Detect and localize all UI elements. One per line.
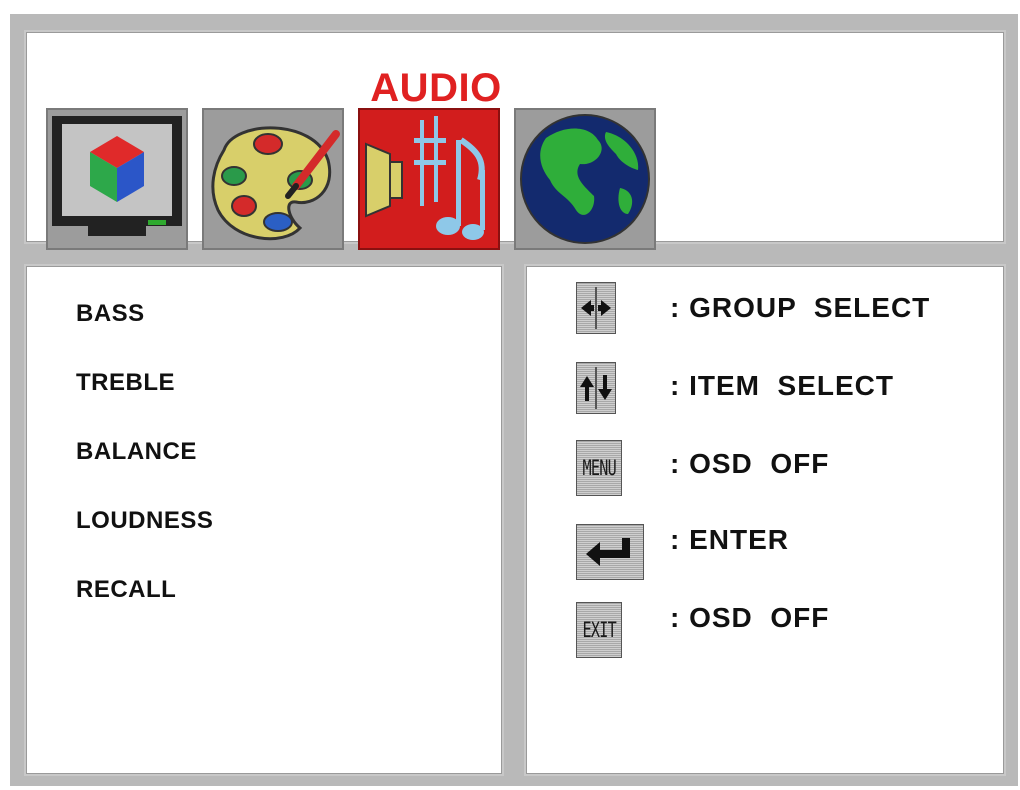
help-label-osd-off-exit: : OSD OFF [670, 602, 830, 633]
help-label-enter: : ENTER [670, 524, 789, 555]
menu-item-loudness[interactable]: LOUDNESS [76, 507, 213, 535]
menu-item-bass[interactable]: BASS [76, 300, 145, 328]
group-tile-color[interactable] [202, 108, 344, 250]
group-bar: AUDIO [24, 30, 1006, 250]
menu-item-treble[interactable]: TREBLE [76, 369, 175, 397]
osd-window: AUDIO BASS TREBLE BALANCE LOUDNESS RECAL… [10, 14, 1018, 786]
selected-group-title: AUDIO [370, 66, 502, 110]
music-notes-icon [360, 110, 498, 248]
menu-key-icon: MENU [576, 440, 622, 496]
monitor-icon [48, 110, 186, 248]
globe-icon [516, 110, 654, 248]
help-label-group-select: : GROUP SELECT [670, 292, 931, 323]
group-tile-audio[interactable] [358, 108, 500, 250]
group-tile-language[interactable] [514, 108, 656, 250]
help-label-osd-off-menu: : OSD OFF [670, 448, 830, 479]
menu-item-balance[interactable]: BALANCE [76, 438, 197, 466]
key-help: : GROUP SELECT : ITEM SELECT MENU : OSD … [524, 264, 1006, 776]
exit-key-icon: EXIT [576, 602, 622, 658]
left-right-arrows-icon [576, 282, 616, 334]
menu-item-recall[interactable]: RECALL [76, 576, 176, 604]
item-list: BASS TREBLE BALANCE LOUDNESS RECALL [24, 264, 504, 776]
up-down-arrows-icon [576, 362, 616, 414]
palette-icon [204, 110, 342, 248]
menu-key-text: MENU [582, 456, 616, 480]
enter-key-icon [576, 524, 644, 580]
group-tile-picture[interactable] [46, 108, 188, 250]
exit-key-text: EXIT [582, 618, 616, 642]
help-label-item-select: : ITEM SELECT [670, 370, 894, 401]
